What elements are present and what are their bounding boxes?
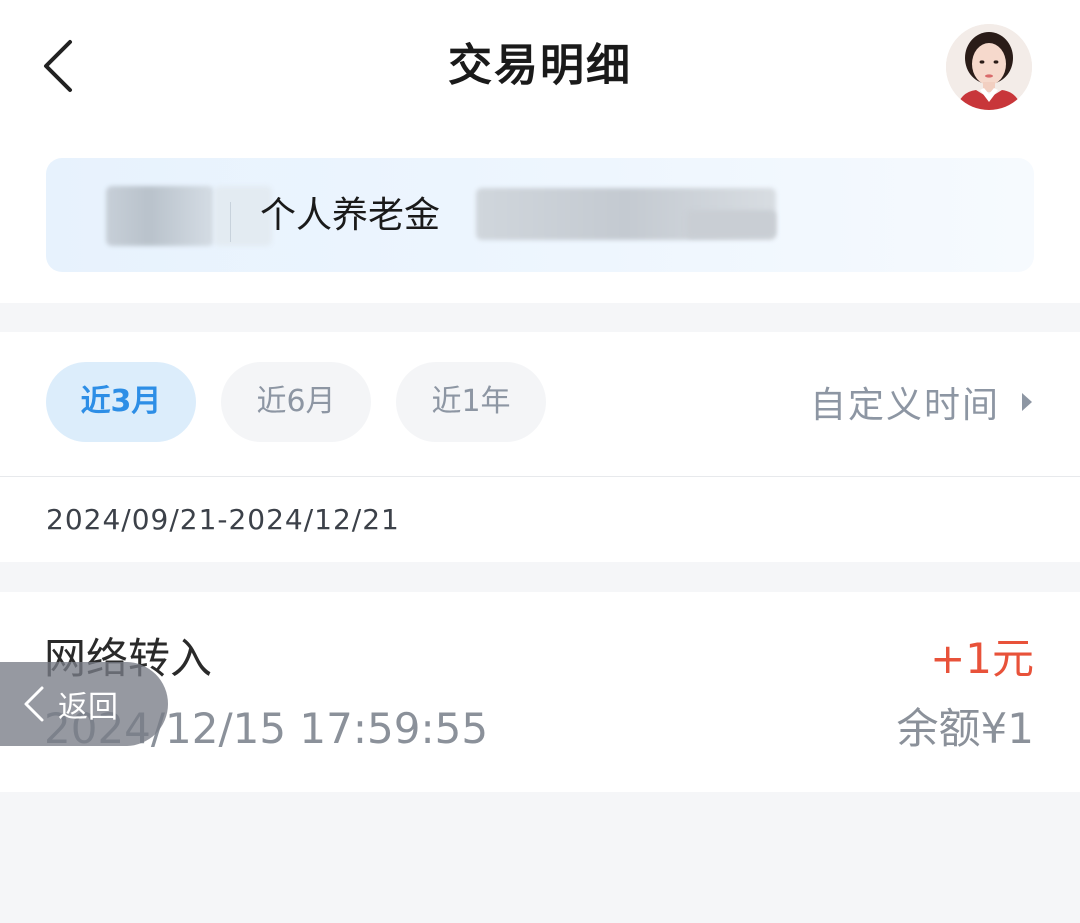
filter-chip-6-months[interactable]: 近6月 [221,362,371,442]
filter-section: 近3月 近6月 近1年 自定义时间 2024/09/21-2024/12/21 [0,332,1080,562]
customer-service-avatar[interactable] [946,24,1032,110]
date-range-text: 2024/09/21-2024/12/21 [46,503,400,536]
page-title: 交易明细 [448,40,632,91]
filter-chip-3-months[interactable]: 近3月 [46,362,196,442]
masked-account-number-tail [686,210,776,238]
transaction-balance: 余额¥1 [896,704,1034,753]
floating-back-button[interactable]: 返回 [0,662,168,746]
masked-bank-name [106,186,214,246]
transaction-amount: +1元 [930,634,1034,683]
custom-time-button[interactable]: 自定义时间 [810,362,1034,442]
triangle-right-icon [1022,393,1032,411]
floating-back-label: 返回 [58,690,118,725]
account-product-label: 个人养老金 [260,195,441,236]
chevron-left-icon [24,686,44,722]
account-divider [230,202,231,242]
divider [0,476,1080,477]
avatar-portrait-icon [946,24,1032,110]
custom-time-label: 自定义时间 [809,385,1000,426]
filter-chip-1-year[interactable]: 近1年 [396,362,546,442]
page-header: 交易明细 个人养老金 [0,0,1080,303]
account-card[interactable]: 个人养老金 [46,158,1034,272]
